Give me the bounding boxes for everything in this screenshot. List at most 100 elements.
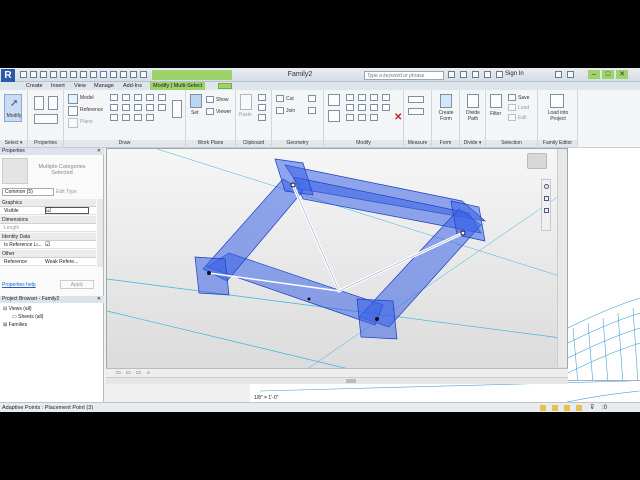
pick-lines-icon[interactable]	[110, 114, 118, 121]
close-hidden-qat-icon[interactable]	[130, 71, 137, 78]
load-selection-icon[interactable]	[508, 104, 516, 111]
tab-view[interactable]: View	[71, 82, 89, 90]
arc-tool-icon[interactable]	[158, 94, 166, 101]
edit-type-button[interactable]: Edit Type	[56, 188, 92, 196]
zoom-icon[interactable]	[544, 196, 549, 201]
delete-icon[interactable]: ✕	[394, 112, 402, 123]
properties-scrollbar[interactable]	[97, 199, 103, 267]
mirror-pick-icon[interactable]	[358, 94, 366, 101]
plane-icon[interactable]	[68, 118, 78, 128]
match-type-icon[interactable]	[258, 114, 266, 121]
communication-icon[interactable]	[472, 71, 479, 78]
is-reference-line-checkbox[interactable]: ☑	[45, 241, 50, 249]
worksets-icon[interactable]	[540, 405, 546, 411]
pick-face-icon[interactable]	[134, 114, 142, 121]
3d-view-canvas[interactable]	[106, 148, 568, 382]
cut-clipboard-icon[interactable]	[258, 94, 266, 101]
offset-icon[interactable]	[346, 94, 354, 101]
set-label[interactable]: Set	[191, 110, 199, 116]
scroll-thumb[interactable]	[346, 379, 356, 383]
join-label[interactable]: Join	[286, 108, 295, 114]
tangent-arc-icon[interactable]	[122, 104, 130, 111]
cut-geometry-icon[interactable]	[276, 95, 284, 102]
section-qat-icon[interactable]	[110, 71, 117, 78]
group-other[interactable]: Other	[0, 250, 96, 258]
load-into-project-icon[interactable]	[550, 94, 564, 108]
help-search-input[interactable]: Type a keyword or phrase	[364, 71, 444, 80]
filter-label[interactable]: Filter	[490, 111, 501, 117]
application-menu-button[interactable]: R	[1, 69, 15, 82]
design-options-icon[interactable]	[552, 405, 558, 411]
sign-in-link[interactable]: Sign In	[505, 71, 524, 77]
filter-icon[interactable]	[490, 94, 502, 108]
tab-manage[interactable]: Manage	[91, 82, 117, 90]
undo-icon[interactable]	[40, 71, 47, 78]
properties-toggle-icon[interactable]	[34, 114, 58, 124]
pin-icon[interactable]	[358, 114, 366, 121]
view-scale-icon[interactable]: ▭	[116, 369, 122, 376]
close-properties-icon[interactable]: ✕	[97, 148, 101, 155]
minimize-button[interactable]: –	[588, 70, 600, 79]
edit-selection-icon[interactable]	[508, 114, 516, 121]
cut-label[interactable]: Cut	[286, 96, 294, 102]
group-graphics[interactable]: Graphics	[0, 199, 96, 207]
close-browser-icon[interactable]: ✕	[97, 296, 101, 303]
steering-wheel-icon[interactable]	[544, 184, 549, 189]
select-pinned-icon[interactable]	[576, 405, 582, 411]
tab-modify-multi-select[interactable]: Modify | Multi-Select	[150, 82, 206, 90]
paste-label[interactable]: Paste	[239, 112, 252, 118]
bottom-view-scale[interactable]: 1/8" = 1'-0"	[254, 395, 278, 401]
point-element-icon[interactable]	[122, 114, 130, 121]
ellipse-icon[interactable]	[158, 104, 166, 111]
maximize-button[interactable]: □	[602, 70, 614, 79]
paint-icon[interactable]	[308, 107, 316, 114]
instance-filter-select[interactable]: Common (5)	[2, 188, 54, 196]
horizontal-scrollbar[interactable]	[106, 377, 568, 384]
create-form-icon[interactable]	[440, 94, 452, 108]
vertical-scrollbar[interactable]	[557, 149, 567, 367]
scale-icon[interactable]	[346, 114, 354, 121]
copy-icon[interactable]	[346, 104, 354, 111]
tree-item-sheets[interactable]: ▭ Sheets (all)	[12, 314, 43, 320]
group-dimensions[interactable]: Dimensions	[0, 216, 96, 224]
reference-label[interactable]: Reference	[80, 107, 103, 113]
edit-selection-label[interactable]: Edit	[518, 115, 527, 121]
tab-insert[interactable]: Insert	[48, 82, 68, 90]
tab-add-ins[interactable]: Add-Ins	[120, 82, 145, 90]
divide-panel-label[interactable]: Divide ▾	[460, 140, 485, 147]
spline-icon[interactable]	[146, 104, 154, 111]
user-icon[interactable]	[496, 71, 503, 78]
draw-on-face-icon[interactable]	[172, 100, 182, 118]
join-geometry-icon[interactable]	[276, 107, 284, 114]
create-form-label[interactable]: Create Form	[434, 110, 458, 122]
spline-through-points-icon[interactable]	[146, 114, 154, 121]
group-identity-data[interactable]: Identity Data	[0, 233, 96, 241]
measure-qat-icon[interactable]	[70, 71, 77, 78]
type-selector-name[interactable]: Multiple Categories Selected	[32, 164, 92, 176]
viewer-label[interactable]: Viewer	[216, 109, 231, 115]
navigation-bar[interactable]	[541, 179, 551, 231]
viewcube-icon[interactable]	[527, 153, 547, 169]
show-work-plane-icon[interactable]	[206, 96, 214, 103]
select-panel-label[interactable]: Select ▾	[0, 140, 27, 147]
dimension-qat-icon[interactable]	[80, 71, 87, 78]
viewer-icon[interactable]	[206, 108, 214, 115]
split-face-icon[interactable]	[308, 95, 316, 102]
align-icon[interactable]	[328, 94, 340, 106]
favorites-icon[interactable]	[484, 71, 491, 78]
subscription-icon[interactable]	[460, 71, 467, 78]
split-element-icon[interactable]	[382, 94, 390, 101]
circle-tool-icon[interactable]	[146, 94, 154, 101]
rotate-icon[interactable]	[358, 104, 366, 111]
ribbon-options-icon[interactable]	[218, 83, 232, 89]
redo-icon[interactable]	[50, 71, 57, 78]
modify-button[interactable]: ➚ Modify	[4, 94, 22, 122]
exchange-icon[interactable]	[555, 71, 562, 78]
aligned-dimension-icon[interactable]	[408, 108, 424, 115]
mirror-draw-icon[interactable]	[370, 94, 378, 101]
show-label[interactable]: Show	[216, 97, 229, 103]
plane-label[interactable]: Plane	[80, 119, 93, 125]
tab-create[interactable]: Create	[23, 82, 46, 90]
load-selection-label[interactable]: Load	[518, 105, 529, 111]
load-into-project-label[interactable]: Load into Project	[540, 110, 576, 122]
